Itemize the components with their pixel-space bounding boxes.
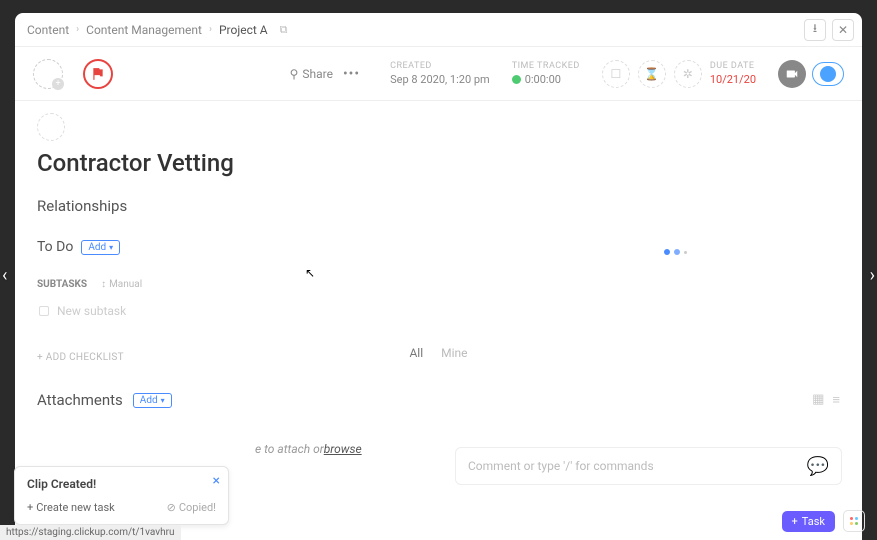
assignee-add[interactable] [33,59,63,89]
share-label: Share [302,67,333,81]
comment-bubble-icon: 💬 [807,456,829,477]
crumb-mid[interactable]: Content Management [82,21,206,39]
due-date-value[interactable]: 10/21/20 [710,73,756,86]
close-button[interactable]: ✕ [832,19,854,41]
share-button[interactable]: ⚲ Share [290,67,333,81]
new-subtask-placeholder: New subtask [57,304,126,318]
grid-view-icon[interactable]: ▦ [812,392,824,408]
sprint-icon[interactable]: ✲ [674,60,702,88]
crumb-leaf[interactable]: Project A [215,21,272,39]
add-status-button[interactable]: Add [81,240,120,255]
toast-title: Clip Created! [27,477,216,491]
crumb-root[interactable]: Content [23,21,73,39]
new-task-label: Task [802,515,825,528]
attachments-heading: Attachments [37,391,123,409]
share-icon: ⚲ [290,67,299,81]
tab-mine[interactable]: Mine [441,346,467,360]
time-tracked-label: TIME TRACKED [512,61,580,71]
time-tracked-meta: TIME TRACKED 0:00:00 [512,61,580,86]
browse-link[interactable]: browse [324,442,362,456]
apps-button[interactable] [843,510,865,532]
record-icon[interactable] [778,60,806,88]
subtask-tabs: All Mine [15,346,862,360]
minimize-button[interactable]: ⭳ [804,19,826,41]
subtasks-heading: SUBTASKS [37,279,87,290]
task-modal: Content › Content Management › Project A… [15,13,862,540]
comment-input[interactable]: Comment or type '/' for commands 💬 [455,447,842,485]
drop-hint[interactable]: e to attach or browse [255,431,445,467]
created-meta: CREATED Sep 8 2020, 1:20 pm [390,61,490,86]
copied-indicator: ⊘ Copied! [167,501,216,514]
plus-icon: + [792,515,798,528]
chevron-right-icon: › [206,24,215,35]
plus-icon: + [27,501,33,514]
breadcrumb: Content › Content Management › Project A… [15,13,862,47]
priority-flag[interactable] [83,59,113,89]
status-circle-icon[interactable] [37,113,65,141]
new-task-button[interactable]: + Task [782,511,835,532]
watchers-icon[interactable] [812,62,844,86]
date-icon[interactable]: ☐ [602,60,630,88]
created-label: CREATED [390,61,490,71]
task-header: ⚲ Share ••• CREATED Sep 8 2020, 1:20 pm … [15,47,862,101]
timer-icon[interactable]: ⌛ [638,60,666,88]
tab-all[interactable]: All [409,346,423,360]
list-view-icon[interactable]: ≡ [832,392,840,408]
create-task-label: Create new task [36,501,115,514]
sort-label: Manual [109,279,142,290]
next-arrow[interactable]: › [870,265,875,286]
link-icon: ⊘ [167,501,176,514]
drop-prefix: e to attach or [255,442,324,456]
chevron-right-icon: › [73,24,82,35]
created-value: Sep 8 2020, 1:20 pm [390,73,490,86]
play-icon[interactable] [512,75,521,84]
status-url: https://staging.clickup.com/t/1vavhru [0,525,181,540]
due-date-label: DUE DATE [710,61,756,71]
time-tracked-value: 0:00:00 [525,73,561,86]
sort-manual[interactable]: ↕ Manual [101,279,142,290]
more-menu[interactable]: ••• [343,66,360,82]
due-date-meta: DUE DATE 10/21/20 [710,61,756,86]
checkbox-icon [39,306,49,316]
status-label[interactable]: To Do [37,239,73,255]
toast-close-button[interactable]: × [213,473,220,489]
clip-toast: × Clip Created! + Create new task ⊘ Copi… [14,466,229,525]
relationships-heading[interactable]: Relationships [37,197,840,215]
loading-indicator [664,249,687,255]
task-title[interactable]: Contractor Vetting [37,149,840,177]
sort-icon: ↕ [101,279,106,290]
new-subtask-input[interactable]: New subtask [37,300,840,322]
add-attachment-button[interactable]: Add [133,393,172,408]
copied-label: Copied! [179,501,216,514]
prev-arrow[interactable]: ‹ [2,265,7,286]
create-task-link[interactable]: + Create new task [27,501,115,514]
comment-placeholder: Comment or type '/' for commands [468,459,654,473]
cursor-icon: ↖ [305,266,315,280]
open-external-icon[interactable]: ⧉ [276,22,292,38]
